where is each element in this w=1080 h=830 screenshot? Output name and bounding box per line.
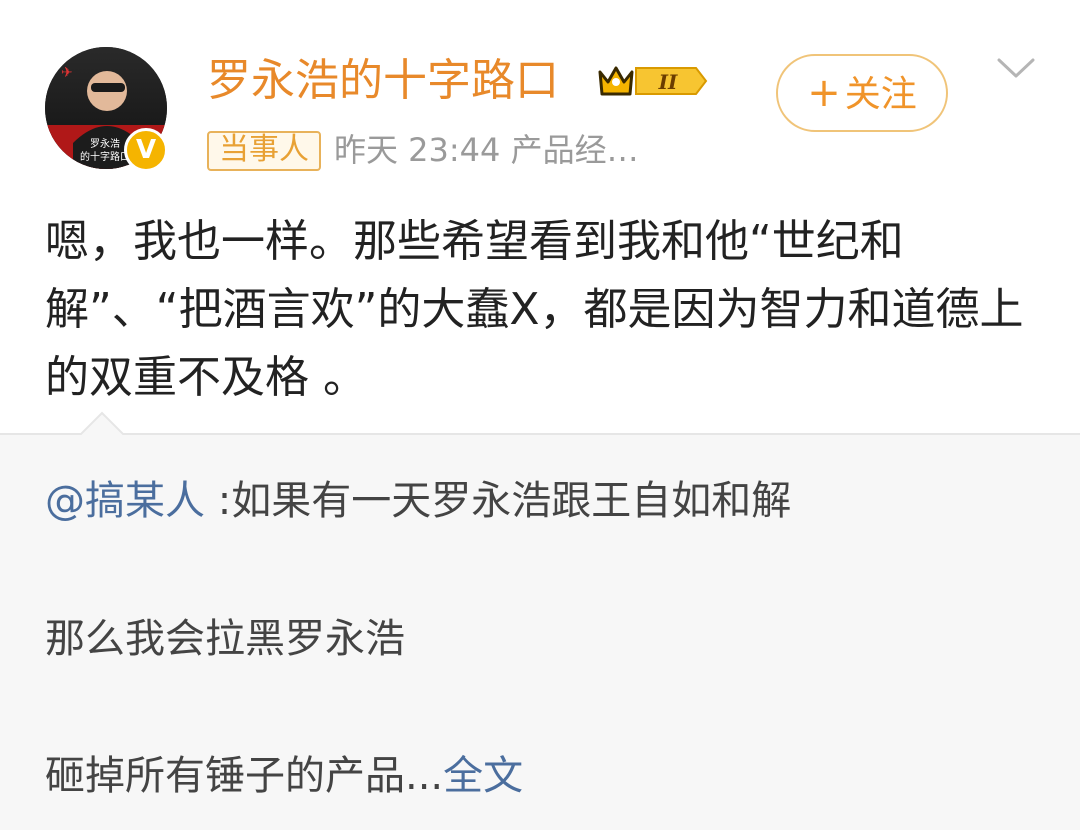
repost-line-2: 那么我会拉黑罗永浩 [45, 616, 405, 662]
role-tag: 当事人 [207, 131, 321, 171]
repost-line-1-text: :如果有一天罗永浩跟王自如和解 [205, 478, 792, 524]
mention-link[interactable]: @搞某人 [45, 478, 205, 524]
repost-card[interactable]: @搞某人 :如果有一天罗永浩跟王自如和解 那么我会拉黑罗永浩 砸掉所有锤子的产品… [0, 411, 1080, 830]
verified-v-icon: V [124, 128, 168, 172]
author-name[interactable]: 罗永浩的十字路口 [207, 52, 559, 110]
repost-line-1: @搞某人 :如果有一天罗永浩跟王自如和解 [45, 473, 791, 529]
repost-pointer [80, 411, 124, 435]
avatar-caption-2: 的十字路口 [80, 150, 130, 163]
post-header: ✈ 罗永浩 的十字路口 V 罗永浩的十字路口 II 当事人 昨天 23:44 产… [0, 0, 1080, 190]
follow-label: 关注 [844, 74, 917, 115]
crown-icon[interactable]: II [592, 58, 710, 104]
full-text-link[interactable]: 全文 [443, 753, 523, 799]
follow-button[interactable]: + 关注 [776, 54, 948, 132]
avatar-caption-1: 罗永浩 [90, 137, 120, 150]
vip-level-text: II [658, 70, 678, 94]
svg-text:✈: ✈ [61, 65, 73, 81]
repost-line-3-text: 砸掉所有锤子的产品... [45, 753, 444, 799]
plus-icon: + [807, 70, 841, 116]
repost-line-3: 砸掉所有锤子的产品...全文 [45, 748, 523, 804]
post-text: 嗯，我也一样。那些希望看到我和他“世纪和解”、“把酒言欢”的大蠢X，都是因为智力… [45, 216, 1024, 403]
chevron-down-icon[interactable] [996, 56, 1036, 80]
post-time-source: 昨天 23:44 产品经… [334, 131, 639, 169]
